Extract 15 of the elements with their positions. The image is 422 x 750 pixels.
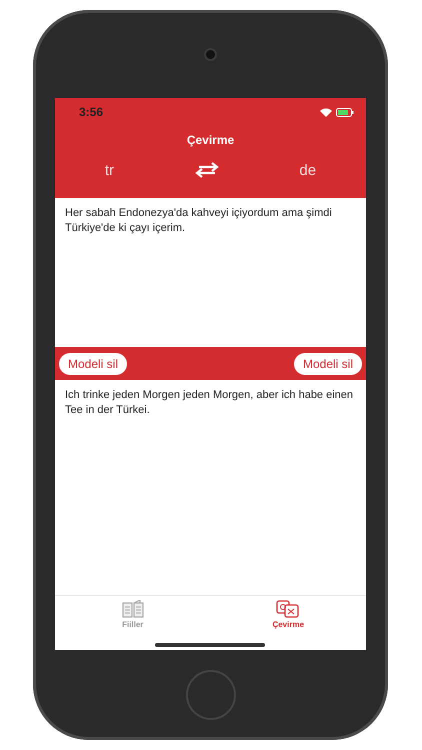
tab-bar-item[interactable]: Fiiller (55, 596, 210, 650)
battery-icon (336, 108, 354, 116)
source-text[interactable]: Her sabah Endonezya'da kahveyi içiyordum ama şimdi Türkiye'de ki çayı içerim. (55, 198, 366, 347)
target-language[interactable]: de (299, 162, 316, 178)
delete-model-button[interactable]: Modeli sil (59, 352, 128, 374)
camera (206, 50, 215, 58)
delete-model-button[interactable]: Modeli sil (294, 352, 362, 374)
book-icon (122, 600, 144, 618)
screen-title: Çevirme (186, 133, 236, 147)
translate-icon (276, 600, 300, 618)
source-language[interactable]: tr (104, 162, 114, 178)
translated-text: Ich trinke jeden Morgen jeden Morgen, aber ich habe einen Tee in der Türkei. (64, 388, 354, 418)
wifi-icon (320, 108, 332, 116)
swap-icon[interactable] (194, 161, 220, 179)
status-time: 3:56 (79, 105, 104, 119)
